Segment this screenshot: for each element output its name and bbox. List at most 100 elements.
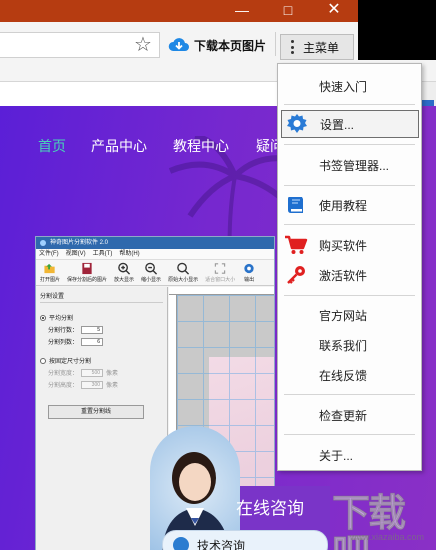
- app-tool-label: 缩小显示: [141, 277, 162, 283]
- menu-separator: [284, 434, 415, 435]
- menu-item-activate[interactable]: 激活软件: [278, 261, 421, 289]
- menu-item-label: 官方网站: [319, 308, 368, 323]
- watermark-logo: 下载吧 www.xiazaiba.com: [332, 494, 430, 550]
- app-cols-label: 分割列数：: [48, 340, 79, 346]
- app-menu-file: 文件(F): [39, 251, 59, 257]
- app-height-label: 分割高度：: [48, 383, 79, 389]
- app-tool-open: 打开图片: [38, 262, 62, 283]
- key-icon: [284, 263, 308, 287]
- app-tool-fit-window: 适合窗口大小: [203, 262, 237, 283]
- menu-separator: [284, 185, 415, 186]
- app-tool-zoom-in: 放大显示: [112, 262, 136, 283]
- menu-item-settings[interactable]: 设置...: [281, 110, 419, 138]
- app-settings-panel: 分割设置 平均分割 分割行数： 5 分割列数： 6 按固定尺寸分割 分割宽度： 500…: [36, 287, 168, 550]
- menu-item-quick-start[interactable]: 快速入门: [278, 72, 421, 100]
- minimize-button[interactable]: —: [222, 0, 262, 22]
- app-toolbar: 打开图片 保存分割后的图片 放大显示 缩小显示 原始大小显示 适合窗口大小 输出: [36, 260, 274, 286]
- maximize-button[interactable]: □: [268, 0, 308, 22]
- download-label: 下载本页图片: [194, 38, 267, 53]
- app-rows-value: 5: [81, 325, 104, 334]
- book-icon: [284, 193, 308, 217]
- menu-item-label: 联系我们: [319, 338, 368, 353]
- app-tool-output: 输出: [240, 262, 258, 283]
- menu-item-about[interactable]: 关于...: [278, 441, 421, 469]
- app-menubar: 文件(F) 视图(V) 工具(T) 帮助(H): [36, 249, 274, 260]
- radio-icon: [40, 314, 46, 321]
- app-tool-label: 输出: [244, 277, 255, 283]
- nav-products[interactable]: 产品中心: [91, 136, 147, 156]
- app-tool-original-size: 原始大小显示: [166, 262, 200, 283]
- menu-item-check-update[interactable]: 检查更新: [278, 401, 421, 429]
- main-menu-button[interactable]: 主菜单: [280, 34, 354, 60]
- cart-icon: [284, 233, 308, 257]
- offscreen-area: [358, 0, 436, 22]
- cloud-download-icon: [168, 38, 189, 51]
- app-unit: 像素: [106, 371, 119, 377]
- app-ruler-horizontal: [169, 287, 274, 295]
- magnifier-icon: [177, 262, 190, 275]
- maximize-icon: □: [283, 2, 293, 18]
- folder-open-icon: [44, 263, 55, 274]
- menu-item-feedback[interactable]: 在线反馈: [278, 361, 421, 389]
- app-panel-title: 分割设置: [40, 291, 163, 303]
- app-tool-label: 适合窗口大小: [205, 277, 236, 283]
- menu-separator: [284, 144, 415, 145]
- app-tool-label: 原始大小显示: [168, 277, 199, 283]
- consult-label: 在线咨询: [236, 499, 304, 518]
- app-title: 神奇图片分割软件 2.0: [36, 237, 274, 249]
- app-tool-label: 打开图片: [40, 277, 61, 283]
- app-cols-field: 分割列数： 6: [40, 337, 163, 346]
- app-mode-average: 平均分割: [40, 313, 163, 322]
- app-unit: 像素: [106, 383, 119, 389]
- app-width-field: 分割宽度： 500 像素: [40, 368, 163, 377]
- fit-window-icon: [214, 263, 226, 274]
- app-rows-field: 分割行数： 5: [40, 325, 163, 334]
- nav-tutorials[interactable]: 教程中心: [173, 136, 229, 156]
- menu-item-label: 使用教程: [319, 198, 368, 213]
- menu-item-contact-us[interactable]: 联系我们: [278, 331, 421, 359]
- window-titlebar: — □ ✕: [0, 0, 436, 22]
- vertical-dots-icon: [291, 40, 295, 54]
- radio-icon: [40, 357, 46, 364]
- app-mode-fixed-label: 按固定尺寸分割: [49, 359, 92, 365]
- menu-item-label: 设置...: [320, 117, 355, 132]
- app-tool-save: 保存分割后的图片: [65, 262, 109, 283]
- menu-item-label: 书签管理器...: [319, 158, 390, 173]
- app-tool-label: 保存分割后的图片: [67, 277, 108, 283]
- menu-item-bookmark-manager[interactable]: 书签管理器...: [278, 151, 421, 179]
- app-height-value: 300: [81, 380, 104, 389]
- app-menu-tools: 工具(T): [92, 251, 113, 257]
- app-width-label: 分割宽度：: [48, 371, 79, 377]
- menu-separator: [284, 295, 415, 296]
- menu-item-label: 激活软件: [319, 268, 368, 283]
- consult-pill-text: 技术咨询: [197, 539, 246, 550]
- close-icon: ✕: [327, 1, 341, 18]
- close-button[interactable]: ✕: [314, 0, 354, 22]
- main-menu-label: 主菜单: [303, 40, 340, 55]
- save-disk-icon: [82, 262, 92, 275]
- menu-item-official-site[interactable]: 官方网站: [278, 301, 421, 329]
- chat-bubble-icon: [173, 537, 189, 550]
- menu-item-label: 在线反馈: [319, 368, 368, 383]
- download-images-button[interactable]: 下载本页图片: [168, 34, 266, 56]
- menu-item-label: 快速入门: [319, 79, 368, 94]
- menu-item-label: 检查更新: [319, 408, 368, 423]
- nav-home[interactable]: 首页: [38, 136, 66, 156]
- main-menu-dropdown: 快速入门 设置... 书签管理器... 使用教程 购买软件 激活软件 官方网站 …: [277, 63, 422, 471]
- star-icon[interactable]: ☆: [132, 34, 154, 56]
- menu-separator: [284, 104, 415, 105]
- consult-tech-pill[interactable]: 技术咨询: [162, 530, 328, 550]
- app-menu-view: 视图(V): [65, 251, 86, 257]
- gear-icon: [285, 112, 309, 136]
- menu-separator: [284, 394, 415, 395]
- app-width-value: 500: [81, 368, 104, 377]
- menu-item-tutorial[interactable]: 使用教程: [278, 191, 421, 219]
- toolbar-separator: [275, 32, 276, 56]
- watermark-url: www.xiazaiba.com: [349, 532, 424, 542]
- menu-item-buy[interactable]: 购买软件: [278, 231, 421, 259]
- app-height-field: 分割高度： 300 像素: [40, 380, 163, 389]
- zoom-in-icon: [118, 262, 131, 275]
- output-gear-icon: [244, 263, 254, 274]
- app-tool-label: 放大显示: [114, 277, 135, 283]
- zoom-out-icon: [145, 262, 158, 275]
